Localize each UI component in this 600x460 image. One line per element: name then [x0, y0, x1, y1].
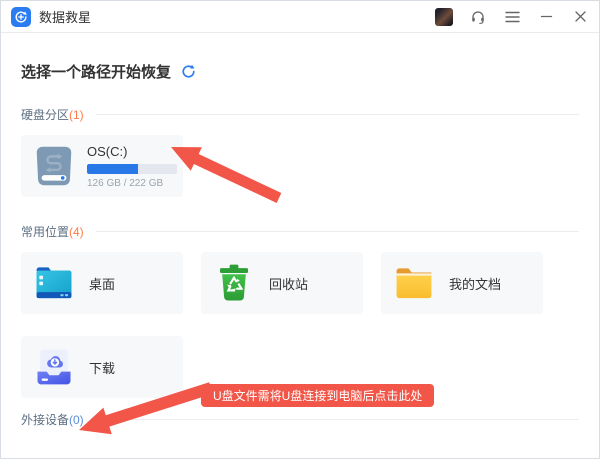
drive-name: OS(C:)	[87, 144, 177, 159]
section-disk-partitions: 硬盘分区(1)	[21, 106, 579, 123]
downloads-icon	[31, 344, 77, 390]
page-title: 选择一个路径开始恢复	[21, 61, 171, 82]
close-button[interactable]	[571, 8, 589, 26]
drive-usage-fill	[87, 164, 138, 174]
location-card-downloads[interactable]: 下载	[21, 336, 183, 398]
drive-usage-bar	[87, 164, 177, 174]
refresh-icon[interactable]	[181, 64, 196, 79]
section-count: (4)	[69, 225, 84, 239]
user-avatar[interactable]	[435, 8, 453, 26]
titlebar: 数据救星	[1, 1, 599, 33]
section-count: (1)	[69, 108, 84, 122]
app-title: 数据救星	[39, 7, 91, 26]
location-card-recycle-bin[interactable]: 回收站	[201, 252, 363, 314]
location-card-my-documents[interactable]: 我的文档	[381, 252, 543, 314]
section-count: (0)	[69, 413, 84, 427]
desktop-folder-icon	[31, 260, 77, 306]
hard-drive-icon	[31, 143, 77, 189]
menu-hamburger-icon[interactable]	[503, 8, 521, 26]
location-label: 回收站	[269, 274, 308, 293]
location-label: 桌面	[89, 274, 115, 293]
documents-folder-icon	[391, 260, 437, 306]
divider	[96, 231, 579, 232]
section-common-locations: 常用位置(4)	[21, 223, 579, 240]
location-label: 我的文档	[449, 274, 501, 293]
divider	[96, 114, 579, 115]
drive-card-os-c[interactable]: OS(C:) 126 GB / 222 GB	[21, 135, 183, 197]
location-card-desktop[interactable]: 桌面	[21, 252, 183, 314]
section-label: 硬盘分区	[21, 106, 69, 123]
divider	[96, 419, 579, 420]
app-logo-icon	[11, 7, 31, 27]
minimize-button[interactable]	[537, 8, 555, 26]
section-label: 常用位置	[21, 223, 69, 240]
support-headset-icon[interactable]	[469, 8, 487, 26]
usb-hint-tooltip: U盘文件需将U盘连接到电脑后点击此处	[201, 384, 434, 407]
recycle-bin-icon	[211, 260, 257, 306]
location-label: 下载	[89, 358, 115, 377]
main-content: 选择一个路径开始恢复 硬盘分区(1)	[1, 61, 599, 398]
section-label: 外接设备	[21, 411, 69, 428]
drive-usage-text: 126 GB / 222 GB	[87, 178, 177, 189]
section-external-devices: 外接设备(0)	[21, 411, 579, 428]
